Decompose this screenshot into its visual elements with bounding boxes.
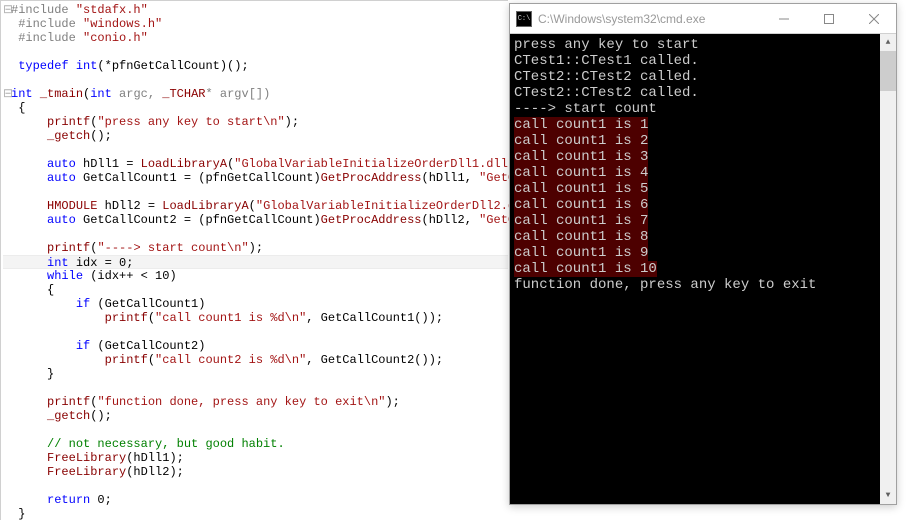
cmd-line: call count1 is 3 xyxy=(514,149,648,165)
code-editor-pane[interactable]: ⊟#include "stdafx.h" #include "windows.h… xyxy=(0,0,508,520)
code-line: { xyxy=(3,101,508,115)
code-line: printf("call count2 is %d\n", GetCallCou… xyxy=(3,353,508,367)
code-line: auto hDll1 = LoadLibraryA("GlobalVariabl… xyxy=(3,157,508,171)
code-line: auto GetCallCount1 = (pfnGetCallCount)Ge… xyxy=(3,171,508,185)
code-line: auto GetCallCount2 = (pfnGetCallCount)Ge… xyxy=(3,213,508,227)
code-line: #include "windows.h" xyxy=(3,17,508,31)
code-line: FreeLibrary(hDll2); xyxy=(3,465,508,479)
code-line: // not necessary, but good habit. xyxy=(3,437,508,451)
cmd-window[interactable]: C:\ C:\Windows\system32\cmd.exe ▲ ▼ pres… xyxy=(509,3,897,505)
code-line: HMODULE hDll2 = LoadLibraryA("GlobalVari… xyxy=(3,199,508,213)
code-line: _getch(); xyxy=(3,129,508,143)
code-line: printf("----> start count\n"); xyxy=(3,241,508,255)
code-line: _getch(); xyxy=(3,409,508,423)
cmd-output[interactable]: ▲ ▼ press any key to startCTest1::CTest1… xyxy=(510,34,896,504)
cmd-line: call count1 is 5 xyxy=(514,181,648,197)
code-line-current: int idx = 0; xyxy=(3,255,508,269)
code-line: printf("function done, press any key to … xyxy=(3,395,508,409)
cmd-line: call count1 is 9 xyxy=(514,245,648,261)
code-line: return 0; xyxy=(3,493,508,507)
code-content[interactable]: ⊟#include "stdafx.h" #include "windows.h… xyxy=(1,1,508,523)
code-line xyxy=(3,479,508,493)
code-line: } xyxy=(3,367,508,381)
cmd-line: CTest2::CTest2 called. xyxy=(514,85,876,101)
maximize-button[interactable] xyxy=(806,4,851,33)
cmd-line: call count1 is 4 xyxy=(514,165,648,181)
cmd-titlebar[interactable]: C:\ C:\Windows\system32\cmd.exe xyxy=(510,4,896,34)
code-line: ⊟#include "stdafx.h" xyxy=(3,3,508,17)
cmd-line: press any key to start xyxy=(514,37,876,53)
cmd-line: CTest2::CTest2 called. xyxy=(514,69,876,85)
cmd-line: ----> start count xyxy=(514,101,876,117)
cmd-line: function done, press any key to exit xyxy=(514,277,876,293)
minimize-button[interactable] xyxy=(761,4,806,33)
code-line: printf("press any key to start\n"); xyxy=(3,115,508,129)
code-line xyxy=(3,45,508,59)
scrollbar-thumb[interactable] xyxy=(880,51,896,91)
cmd-line: call count1 is 8 xyxy=(514,229,648,245)
cmd-title: C:\Windows\system32\cmd.exe xyxy=(538,12,755,26)
cmd-line: call count1 is 6 xyxy=(514,197,648,213)
code-line xyxy=(3,143,508,157)
code-line: } xyxy=(3,507,508,521)
cmd-icon: C:\ xyxy=(516,11,532,27)
code-line: ⊟int _tmain(int argc, _TCHAR* argv[]) xyxy=(3,87,508,101)
code-line: typedef int(*pfnGetCallCount)(); xyxy=(3,59,508,73)
code-line xyxy=(3,73,508,87)
scrollbar-down-icon[interactable]: ▼ xyxy=(880,487,896,504)
code-line: while (idx++ < 10) xyxy=(3,269,508,283)
code-line: { xyxy=(3,283,508,297)
code-line xyxy=(3,423,508,437)
close-button[interactable] xyxy=(851,4,896,33)
code-line: if (GetCallCount2) xyxy=(3,339,508,353)
cmd-scrollbar[interactable]: ▲ ▼ xyxy=(880,34,896,504)
code-line: FreeLibrary(hDll1); xyxy=(3,451,508,465)
scrollbar-up-icon[interactable]: ▲ xyxy=(880,34,896,51)
code-line xyxy=(3,381,508,395)
cmd-line: call count1 is 1 xyxy=(514,117,648,133)
code-line: if (GetCallCount1) xyxy=(3,297,508,311)
cmd-line: call count1 is 2 xyxy=(514,133,648,149)
code-line xyxy=(3,185,508,199)
cmd-line: call count1 is 7 xyxy=(514,213,648,229)
code-line: #include "conio.h" xyxy=(3,31,508,45)
code-line xyxy=(3,325,508,339)
code-line xyxy=(3,227,508,241)
window-controls xyxy=(761,4,896,33)
cmd-line: call count1 is 10 xyxy=(514,261,657,277)
code-line: printf("call count1 is %d\n", GetCallCou… xyxy=(3,311,508,325)
cmd-line: CTest1::CTest1 called. xyxy=(514,53,876,69)
